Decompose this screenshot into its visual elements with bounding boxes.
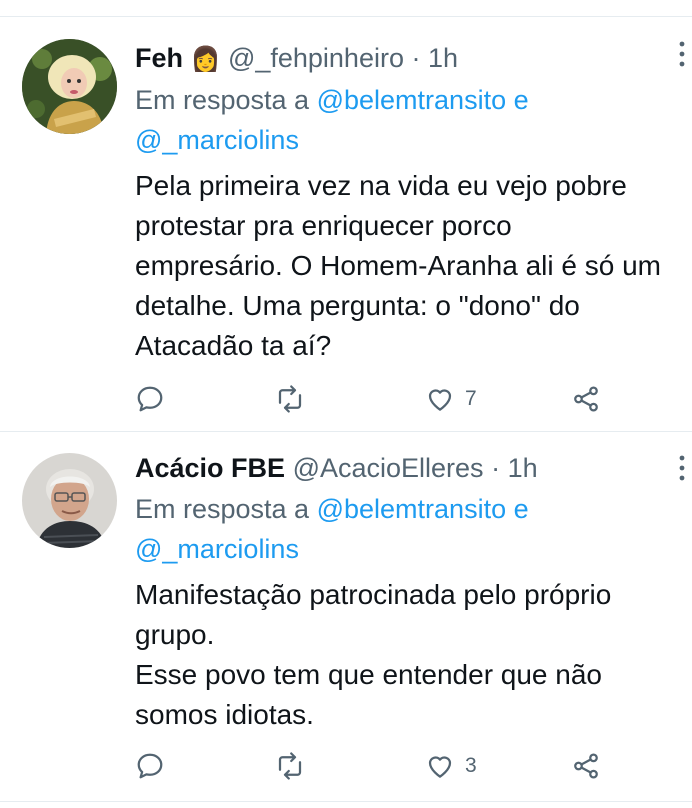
reply-context-line-2: @_marciolins (135, 120, 299, 160)
like-count: 3 (465, 754, 477, 777)
more-vertical-icon[interactable] (676, 40, 688, 68)
retweet-button[interactable] (275, 379, 305, 419)
timestamp[interactable]: 1h (428, 43, 458, 73)
separator-dot: · (491, 453, 501, 483)
tweet-actions: 7 (135, 379, 675, 419)
reply-icon (137, 753, 163, 779)
reply-context-line-2: @_marciolins (135, 529, 299, 569)
tweet-divider (0, 801, 692, 802)
avatar-photo-icon (22, 453, 117, 548)
separator-dot: · (411, 43, 421, 73)
reply-and: e (513, 85, 529, 115)
heart-icon (428, 756, 452, 778)
retweet-button[interactable] (275, 746, 305, 786)
reply-button[interactable] (135, 746, 165, 786)
reply-context: Em resposta a @belemtransito e (135, 80, 529, 120)
like-button[interactable]: 3 (425, 746, 477, 786)
tweet-header: Acácio FBE @AcacioElleres · 1h (135, 448, 682, 488)
share-button[interactable] (571, 379, 601, 419)
share-button[interactable] (571, 746, 601, 786)
tweet-text: Pela primeira vez na vida eu vejo pobre … (135, 170, 661, 361)
mention-link[interactable]: @_marciolins (135, 534, 299, 564)
heart-icon (428, 389, 452, 411)
tweet-header: Feh 👩 @_fehpinheiro · 1h (135, 38, 682, 78)
retweet-icon (278, 385, 302, 413)
avatar[interactable] (22, 39, 117, 134)
mention-link[interactable]: @_marciolins (135, 125, 299, 155)
display-name[interactable]: Feh (135, 43, 183, 73)
like-count: 7 (465, 387, 477, 410)
reply-button[interactable] (135, 379, 165, 419)
princess-emoji: 👩 (190, 46, 221, 73)
like-button[interactable]: 7 (425, 379, 477, 419)
reply-icon (137, 386, 163, 412)
reply-prefix: Em resposta a (135, 85, 310, 115)
share-icon (574, 753, 598, 779)
avatar[interactable] (22, 453, 117, 548)
tweet[interactable]: Acácio FBE @AcacioElleres · 1h Em respos… (0, 432, 692, 800)
tweet-text: Manifestação patrocinada pelo próprio gr… (135, 579, 612, 730)
reply-context: Em resposta a @belemtransito e (135, 489, 529, 529)
mention-link[interactable]: @belemtransito (317, 85, 507, 115)
user-handle[interactable]: @AcacioElleres (293, 453, 484, 483)
timestamp[interactable]: 1h (508, 453, 538, 483)
share-icon (574, 386, 598, 412)
tweet[interactable]: Feh 👩 @_fehpinheiro · 1h Em resposta a @… (0, 17, 692, 431)
avatar-photo-icon (22, 39, 117, 134)
mention-link[interactable]: @belemtransito (317, 494, 507, 524)
more-vertical-icon[interactable] (676, 454, 688, 482)
tweet-actions: 3 (135, 746, 675, 786)
reply-prefix: Em resposta a (135, 494, 310, 524)
retweet-icon (278, 752, 302, 780)
reply-and: e (513, 494, 529, 524)
user-handle[interactable]: @_fehpinheiro (228, 43, 404, 73)
display-name[interactable]: Acácio FBE (135, 453, 285, 483)
